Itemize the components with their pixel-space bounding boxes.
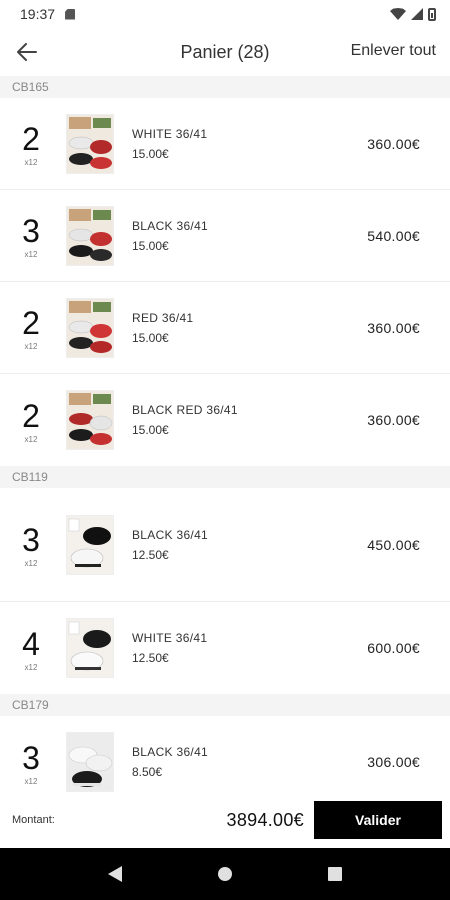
- quantity-box: 2 x12: [0, 120, 62, 167]
- pack-size: x12: [24, 434, 38, 444]
- status-icons: [390, 7, 436, 21]
- line-total: 360.00€: [367, 412, 420, 428]
- product-image: [66, 618, 114, 678]
- pack-size: x12: [24, 342, 38, 351]
- cart-group: CB179 3 x12 BLACK 36/41 8.50€ 306.00€: [0, 694, 450, 792]
- product-image: [66, 514, 114, 575]
- quantity: 2: [22, 397, 40, 434]
- cart-item[interactable]: 2 x12 WHITE 36/41 15.00€ 360.00€: [0, 98, 450, 190]
- system-navigation-bar: [0, 848, 450, 900]
- amount-label: Montant:: [12, 814, 55, 826]
- product-image: [66, 113, 114, 174]
- quantity-box: 3 x12: [0, 521, 62, 568]
- battery-icon: [428, 7, 436, 21]
- cart-list[interactable]: CB165 2 x12 WHITE 36/41 15.00€ 360.00€ 3…: [0, 76, 450, 792]
- cart-item[interactable]: 3 x12 BLACK 36/41 15.00€ 540.00€: [0, 190, 450, 282]
- circle-home-icon[interactable]: [218, 867, 232, 881]
- group-header: CB165: [0, 76, 450, 98]
- line-total: 540.00€: [367, 227, 420, 244]
- group-header: CB179: [0, 694, 450, 716]
- pack-size: x12: [24, 662, 38, 672]
- cart-item[interactable]: 2 x12 BLACK RED 36/41 15.00€ 360.00€: [0, 374, 450, 466]
- arrow-left-icon: [17, 43, 37, 61]
- quantity: 3: [22, 522, 40, 558]
- line-total: 450.00€: [367, 536, 420, 553]
- square-recent-icon[interactable]: [328, 867, 342, 881]
- product-image: [66, 205, 114, 266]
- quantity: 2: [22, 121, 40, 157]
- quantity-box: 2 x12: [0, 304, 62, 351]
- amount-value: 3894.00€: [226, 809, 304, 830]
- signal-icon: [411, 8, 423, 20]
- line-total: 600.00€: [367, 640, 420, 656]
- pack-size: x12: [24, 559, 38, 568]
- quantity-box: 2 x12: [0, 397, 62, 444]
- line-total: 360.00€: [367, 135, 420, 152]
- quantity: 3: [22, 213, 40, 249]
- validate-button[interactable]: Valider: [314, 801, 442, 839]
- cart-item[interactable]: 2 x12 RED 36/41 15.00€ 360.00€: [0, 282, 450, 374]
- status-time: 19:37: [20, 6, 56, 22]
- product-image: [66, 732, 114, 792]
- cart-item[interactable]: 4 x12 WHITE 36/41 12.50€ 600.00€: [0, 602, 450, 694]
- line-total: 306.00€: [367, 754, 420, 770]
- quantity-box: 3 x12: [0, 212, 62, 259]
- group-header: CB119: [0, 466, 450, 488]
- product-image: [66, 297, 114, 358]
- clear-all-button[interactable]: Enlever tout: [351, 42, 436, 60]
- wifi-icon: [390, 8, 406, 20]
- quantity-box: 3 x12: [0, 739, 62, 786]
- cart-group: CB165 2 x12 WHITE 36/41 15.00€ 360.00€ 3…: [0, 76, 450, 466]
- triangle-back-icon[interactable]: [108, 866, 122, 882]
- app-header: Panier (28) Enlever tout: [0, 28, 450, 76]
- status-bar: 19:37: [0, 0, 450, 28]
- cart-group: CB119 3 x12 BLACK 36/41 12.50€ 450.00€ 4…: [0, 466, 450, 694]
- checkout-bar: Montant: 3894.00€ Valider: [0, 792, 450, 848]
- cart-item[interactable]: 3 x12 BLACK 36/41 8.50€ 306.00€: [0, 716, 450, 792]
- quantity: 2: [22, 305, 40, 341]
- pack-size: x12: [24, 158, 38, 167]
- quantity: 3: [22, 739, 40, 776]
- pack-size: x12: [24, 250, 38, 259]
- product-image: [66, 390, 114, 450]
- quantity: 4: [22, 625, 40, 662]
- quantity-box: 4 x12: [0, 625, 62, 672]
- cart-item[interactable]: 3 x12 BLACK 36/41 12.50€ 450.00€: [0, 488, 450, 602]
- back-button[interactable]: [0, 28, 54, 76]
- line-total: 360.00€: [367, 319, 420, 336]
- sd-card-icon: [65, 8, 76, 20]
- pack-size: x12: [24, 776, 38, 786]
